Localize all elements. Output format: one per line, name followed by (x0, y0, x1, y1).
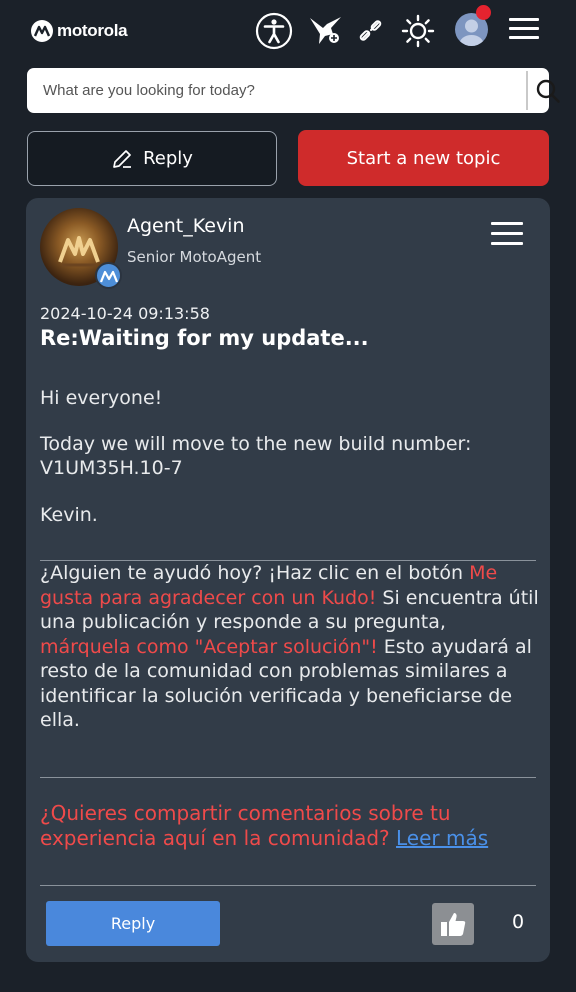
author-name[interactable]: Agent_Kevin (127, 215, 245, 237)
notification-dot (476, 5, 491, 20)
feedback-text: ¿Quieres compartir comentarios sobre tu … (40, 801, 451, 850)
post-card: Agent_Kevin Senior MotoAgent 2024-10-24 … (26, 198, 550, 962)
post-signature: ¿Alguien te ayudó hoy? ¡Haz clic en el b… (40, 561, 540, 733)
pencil-icon (113, 149, 132, 168)
post-options-menu-icon[interactable] (491, 222, 523, 246)
divider (40, 885, 536, 886)
motorola-logo[interactable]: motorola (31, 20, 128, 42)
accept-solution-highlight: márquela como "Aceptar solución"! (40, 635, 378, 658)
post-signoff: Kevin. (40, 504, 98, 526)
search-input[interactable] (43, 68, 513, 113)
search-bar (27, 68, 560, 113)
top-header: motorola (0, 0, 576, 62)
start-new-topic-label: Start a new topic (346, 147, 501, 169)
post-date: 2024-10-24 09:13:58 (40, 304, 210, 323)
motorola-logo-mark (31, 20, 53, 42)
brightness-icon[interactable] (399, 12, 437, 50)
community-feedback: ¿Quieres compartir comentarios sobre tu … (40, 801, 540, 851)
start-new-topic-button[interactable]: Start a new topic (298, 130, 549, 186)
post-reply-button[interactable]: Reply (46, 901, 220, 946)
reply-button-label: Reply (143, 148, 193, 169)
author-rank: Senior MotoAgent (127, 248, 262, 266)
brand-name: motorola (57, 21, 128, 40)
moto-agent-badge-icon (95, 262, 122, 289)
post-reply-label: Reply (110, 914, 156, 933)
kudo-thumbs-up-icon[interactable] (432, 903, 474, 945)
divider (40, 777, 536, 778)
read-more-link[interactable]: Leer más (396, 826, 488, 850)
reply-button[interactable]: Reply (27, 131, 277, 186)
signature-text: ¿Alguien te ayudó hoy? ¡Haz clic en el b… (40, 562, 470, 584)
menu-icon[interactable] (509, 18, 539, 40)
post-message: Today we will move to the new build numb… (40, 432, 536, 480)
post-title: Re:Waiting for my update... (40, 326, 369, 350)
kudos-count: 0 (512, 911, 525, 933)
accessibility-icon[interactable] (255, 12, 293, 50)
link-icon[interactable] (352, 12, 390, 50)
search-divider (526, 71, 528, 110)
post-message-line: Today we will move to the new build numb… (40, 433, 472, 455)
search-icon[interactable] (535, 78, 561, 104)
post-greeting: Hi everyone! (40, 387, 163, 409)
hummingbird-icon[interactable] (306, 12, 344, 50)
post-build-number: V1UM35H.10-7 (40, 457, 183, 479)
